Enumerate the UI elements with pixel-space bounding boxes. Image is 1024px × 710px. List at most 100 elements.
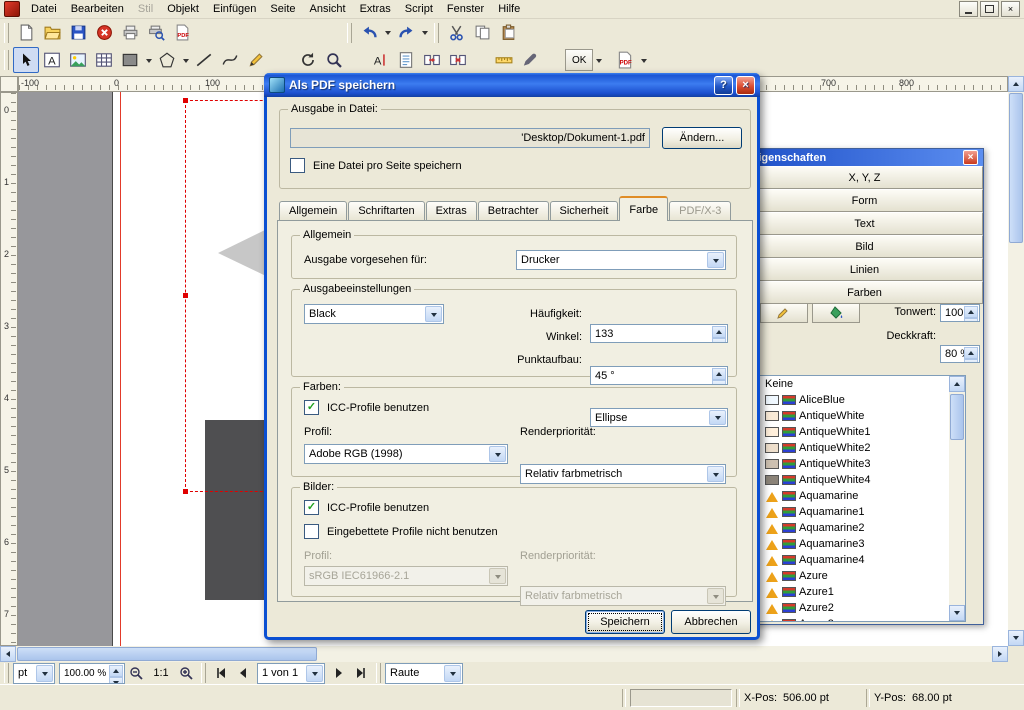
dialog-help-button[interactable]: ? [714,75,733,95]
scroll-down-button[interactable] [1008,630,1024,646]
zoom-in-button[interactable] [175,662,197,684]
new-document-icon[interactable] [13,20,39,46]
pdf-push-button-menu-arrow[interactable] [593,48,604,72]
chevron-down-icon[interactable] [36,664,53,682]
dialog-close-button[interactable]: × [736,75,755,95]
menu-item[interactable]: Script [398,1,440,17]
images-dont-use-embedded-checkbox[interactable] [304,524,319,539]
palette-section-button[interactable]: X, Y, Z [746,166,983,189]
first-page-button[interactable] [210,662,232,684]
close-document-icon[interactable] [91,20,117,46]
color-list-item[interactable]: Aquamarine3 [751,536,965,552]
dialog-tab[interactable]: PDF/X-3 [669,201,732,221]
spin-down-button[interactable] [712,380,726,384]
toolbar-grip[interactable] [347,22,352,43]
palette-section-button[interactable]: Bild [746,235,983,258]
color-list-item[interactable]: AntiqueWhite4 [751,472,965,488]
spin-up-button[interactable] [964,347,978,359]
one-file-per-page-checkbox[interactable] [290,158,305,173]
toolbar-grip[interactable] [201,663,206,683]
palette-section-button[interactable]: Text [746,212,983,235]
chevron-down-icon[interactable] [707,252,724,268]
image-frame-tool-icon[interactable] [65,47,91,73]
fill-color-button[interactable] [812,303,860,323]
spin-up-button[interactable] [109,664,123,677]
link-frames-icon[interactable] [419,47,445,73]
pdf-field-tool-icon[interactable]: PDF [612,47,638,73]
intended-use-combo[interactable]: Drucker [516,250,726,270]
colors-profile-combo[interactable]: Adobe RGB (1998) [304,444,508,464]
eyedropper-tool-icon[interactable] [517,47,543,73]
pdf-export-icon[interactable]: PDF [169,20,195,46]
palette-section-button[interactable]: Farben [746,281,983,304]
edit-contents-tool-icon[interactable]: A [367,47,393,73]
selection-handle[interactable] [183,489,188,494]
menu-item[interactable]: Seite [263,1,302,17]
previous-page-button[interactable] [232,662,254,684]
print-preview-icon[interactable] [143,20,169,46]
color-list-item[interactable]: AntiqueWhite3 [751,456,965,472]
spin-down-button[interactable] [964,359,978,362]
chevron-down-icon[interactable] [707,466,724,482]
toolbar-grip[interactable] [434,22,439,43]
text-frame-tool-icon[interactable]: A [39,47,65,73]
shape-tool-menu-arrow[interactable] [143,48,154,72]
color-list-item[interactable]: AntiqueWhite1 [751,424,965,440]
menu-item[interactable]: Fenster [440,1,491,17]
opacity-spinner[interactable]: 80 % [940,345,980,363]
colors-render-intent-combo[interactable]: Relativ farbmetrisch [520,464,726,484]
chevron-down-icon[interactable] [425,306,442,322]
spin-down-button[interactable] [109,676,123,683]
dialog-tab[interactable]: Allgemein [279,201,348,221]
toolbar-grip[interactable] [376,663,381,683]
color-list-item[interactable]: AntiqueWhite2 [751,440,965,456]
scroll-down-button[interactable] [949,605,965,621]
undo-icon[interactable] [356,20,382,46]
color-list-item[interactable]: Aquamarine1 [751,504,965,520]
layer-combo[interactable]: Raute [385,662,463,684]
color-list[interactable]: Keine AliceBlue AntiqueWhite AntiqueWhit… [750,375,966,622]
zoom-100-button[interactable]: 1:1 [147,662,175,684]
pdf-push-button-tool[interactable]: OK [565,49,594,71]
spin-down-button[interactable] [712,338,726,342]
close-button[interactable]: × [1001,1,1020,17]
output-file-field[interactable] [290,128,650,148]
polygon-tool-menu-arrow[interactable] [180,48,191,72]
images-use-icc-checkbox[interactable] [304,500,319,515]
dialog-titlebar[interactable]: Als PDF speichern ? × [264,73,760,97]
chevron-down-icon[interactable] [444,664,461,682]
line-color-button[interactable] [760,303,808,323]
measure-tool-icon[interactable] [491,47,517,73]
polygon-tool-icon[interactable] [154,47,180,73]
rotate-tool-icon[interactable] [295,47,321,73]
zoom-tool-icon[interactable] [321,47,347,73]
zoom-out-button[interactable] [125,662,147,684]
unlink-frames-icon[interactable] [445,47,471,73]
toolbar-grip[interactable] [4,22,9,43]
toolbar-grip[interactable] [4,50,9,70]
shape-tool-icon[interactable] [117,47,143,73]
bezier-tool-icon[interactable] [217,47,243,73]
palette-section-button[interactable]: Linien [746,258,983,281]
redo-menu-arrow[interactable] [419,21,430,45]
color-list-scrollbar[interactable] [949,376,965,621]
spin-up-button[interactable] [712,326,726,338]
chevron-down-icon[interactable] [489,446,506,462]
unit-combo[interactable]: pt [13,662,55,684]
color-list-item[interactable]: AntiqueWhite [751,408,965,424]
scrollbar-thumb[interactable] [1009,93,1023,243]
selection-handle[interactable] [183,293,188,298]
cut-icon[interactable] [443,20,469,46]
shade-spinner[interactable]: 100 % [940,304,980,322]
save-document-icon[interactable] [65,20,91,46]
open-document-icon[interactable] [39,20,65,46]
minimize-button[interactable] [959,1,978,17]
pdf-field-tool-menu-arrow[interactable] [638,48,649,72]
zoom-spinner[interactable]: 100.00 % [59,662,125,684]
dialog-tab[interactable]: Schriftarten [348,201,425,221]
select-tool-icon[interactable] [13,47,39,73]
color-list-item[interactable]: Azure3 [751,616,965,621]
dialog-tab[interactable]: Betrachter [477,201,549,221]
horizontal-scrollbar[interactable] [0,646,1008,662]
restore-button[interactable] [980,1,999,17]
